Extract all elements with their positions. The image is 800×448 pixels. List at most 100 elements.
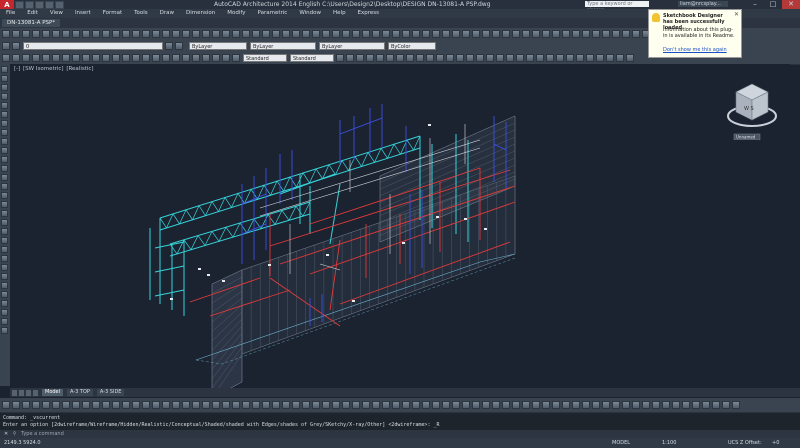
dim-style-combo[interactable]: Standard <box>290 54 334 62</box>
toolbar-tool-icon[interactable] <box>622 30 630 38</box>
toolbar-tool-icon[interactable] <box>522 30 530 38</box>
toolbar-tool-icon[interactable] <box>82 30 90 38</box>
bottom-tool-icon[interactable] <box>512 401 520 409</box>
toolbar-tool-icon[interactable] <box>112 30 120 38</box>
toolbar-tool-icon[interactable] <box>362 30 370 38</box>
draw-tool-icon[interactable] <box>1 111 8 118</box>
bottom-tool-icon[interactable] <box>602 401 610 409</box>
bottom-tool-icon[interactable] <box>82 401 90 409</box>
toolbar-tool-icon[interactable] <box>412 30 420 38</box>
style-tool-icon[interactable] <box>486 54 494 62</box>
style-tool-icon[interactable] <box>626 54 634 62</box>
toolbar-tool-icon[interactable] <box>92 30 100 38</box>
app-menu-button[interactable]: A <box>0 0 14 9</box>
menu-modify[interactable]: Modify <box>221 9 251 18</box>
bottom-tool-icon[interactable] <box>612 401 620 409</box>
toolbar-tool-icon[interactable] <box>612 30 620 38</box>
draw-tool-icon[interactable] <box>1 318 8 325</box>
bottom-tool-icon[interactable] <box>352 401 360 409</box>
style-tool-icon[interactable] <box>12 54 20 62</box>
bottom-tool-icon[interactable] <box>272 401 280 409</box>
layer-state-icon[interactable] <box>12 42 20 50</box>
toolbar-tool-icon[interactable] <box>132 30 140 38</box>
menu-help[interactable]: Help <box>327 9 352 18</box>
draw-tool-icon[interactable] <box>1 291 8 298</box>
toolbar-tool-icon[interactable] <box>292 30 300 38</box>
bottom-tool-icon[interactable] <box>622 401 630 409</box>
lineweight-combo[interactable]: ByLayer <box>319 42 385 50</box>
toolbar-tool-icon[interactable] <box>562 30 570 38</box>
draw-tool-icon[interactable] <box>1 84 8 91</box>
bottom-tool-icon[interactable] <box>42 401 50 409</box>
menu-file[interactable]: File <box>0 9 21 18</box>
bottom-tool-icon[interactable] <box>652 401 660 409</box>
annotation-scale[interactable]: 1:100 <box>662 438 676 448</box>
style-tool-icon[interactable] <box>192 54 200 62</box>
toolbar-tool-icon[interactable] <box>332 30 340 38</box>
toolbar-tool-icon[interactable] <box>512 30 520 38</box>
bottom-tool-icon[interactable] <box>222 401 230 409</box>
style-tool-icon[interactable] <box>496 54 504 62</box>
toolbar-tool-icon[interactable] <box>212 30 220 38</box>
bottom-tool-icon[interactable] <box>12 401 20 409</box>
maximize-icon[interactable]: □ <box>764 0 782 9</box>
viewcube[interactable]: W S Unnamed <box>722 76 780 140</box>
style-tool-icon[interactable] <box>376 54 384 62</box>
style-tool-icon[interactable] <box>232 54 240 62</box>
bottom-tool-icon[interactable] <box>342 401 350 409</box>
draw-tool-icon[interactable] <box>1 228 8 235</box>
style-tool-icon[interactable] <box>606 54 614 62</box>
bottom-tool-icon[interactable] <box>312 401 320 409</box>
style-tool-icon[interactable] <box>426 54 434 62</box>
bottom-tool-icon[interactable] <box>542 401 550 409</box>
toolbar-tool-icon[interactable] <box>352 30 360 38</box>
draw-tool-icon[interactable] <box>1 66 8 73</box>
draw-tool-icon[interactable] <box>1 120 8 127</box>
bottom-tool-icon[interactable] <box>262 401 270 409</box>
draw-tool-icon[interactable] <box>1 156 8 163</box>
style-tool-icon[interactable] <box>516 54 524 62</box>
bottom-tool-icon[interactable] <box>442 401 450 409</box>
bottom-tool-icon[interactable] <box>462 401 470 409</box>
dont-show-link[interactable]: Don't show me this again <box>663 47 727 53</box>
draw-tool-icon[interactable] <box>1 273 8 280</box>
draw-tool-icon[interactable] <box>1 165 8 172</box>
toolbar-tool-icon[interactable] <box>62 30 70 38</box>
draw-tool-icon[interactable] <box>1 93 8 100</box>
tab-a3-side[interactable]: A-3 SIDE <box>96 389 125 396</box>
toolbar-tool-icon[interactable] <box>322 30 330 38</box>
style-tool-icon[interactable] <box>386 54 394 62</box>
bottom-tool-icon[interactable] <box>472 401 480 409</box>
style-tool-icon[interactable] <box>62 54 70 62</box>
draw-tool-icon[interactable] <box>1 309 8 316</box>
draw-tool-icon[interactable] <box>1 174 8 181</box>
toolbar-tool-icon[interactable] <box>552 30 560 38</box>
toolbar-tool-icon[interactable] <box>222 30 230 38</box>
tab-first-icon[interactable] <box>12 389 17 396</box>
bottom-tool-icon[interactable] <box>552 401 560 409</box>
toolbar-tool-icon[interactable] <box>482 30 490 38</box>
toolbar-tool-icon[interactable] <box>122 30 130 38</box>
style-tool-icon[interactable] <box>212 54 220 62</box>
draw-tool-icon[interactable] <box>1 264 8 271</box>
style-tool-icon[interactable] <box>576 54 584 62</box>
toolbar-tool-icon[interactable] <box>72 30 80 38</box>
bottom-tool-icon[interactable] <box>712 401 720 409</box>
style-tool-icon[interactable] <box>546 54 554 62</box>
toolbar-tool-icon[interactable] <box>152 30 160 38</box>
style-tool-icon[interactable] <box>596 54 604 62</box>
style-tool-icon[interactable] <box>122 54 130 62</box>
drawing-viewport[interactable]: [-] [SW Isometric] [Realistic] <box>10 64 790 388</box>
style-tool-icon[interactable] <box>416 54 424 62</box>
toolbar-tool-icon[interactable] <box>492 30 500 38</box>
menu-insert[interactable]: Insert <box>69 9 97 18</box>
tab-model[interactable]: Model <box>42 389 64 396</box>
toolbar-tool-icon[interactable] <box>192 30 200 38</box>
toolbar-tool-icon[interactable] <box>382 30 390 38</box>
toolbar-tool-icon[interactable] <box>632 30 640 38</box>
style-tool-icon[interactable] <box>42 54 50 62</box>
bottom-tool-icon[interactable] <box>672 401 680 409</box>
toolbar-tool-icon[interactable] <box>442 30 450 38</box>
bottom-tool-icon[interactable] <box>432 401 440 409</box>
style-tool-icon[interactable] <box>82 54 90 62</box>
